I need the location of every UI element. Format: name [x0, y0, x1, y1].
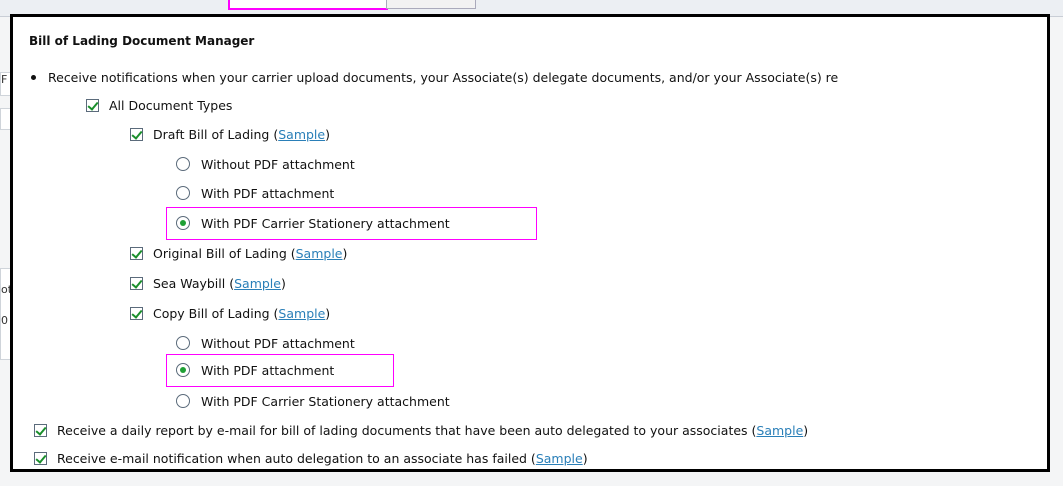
copy-radio-label: Without PDF attachment [201, 335, 355, 351]
draft-bol-option[interactable]: Draft Bill of Lading (Sample) [130, 124, 330, 144]
sea-waybill-sample-link[interactable]: Sample [234, 276, 281, 291]
failed-delegation-sample-link[interactable]: Sample [536, 451, 583, 466]
background-strip-text: F [1, 73, 8, 86]
draft-bol-checkbox[interactable] [130, 127, 143, 141]
background-highlighted-tab [228, 0, 388, 10]
all-document-types-option[interactable]: All Document Types [86, 95, 232, 115]
copy-radio-with-pdf[interactable]: With PDF attachment [176, 360, 334, 380]
copy-sample-link[interactable]: Sample [278, 306, 325, 321]
copy-radio-button-selected[interactable] [176, 363, 190, 377]
bol-document-manager-panel: Bill of Lading Document Manager Receive … [10, 14, 1050, 472]
original-sample-link[interactable]: Sample [296, 246, 343, 261]
draft-radio-without-pdf[interactable]: Without PDF attachment [176, 154, 355, 174]
original-bol-option[interactable]: Original Bill of Lading (Sample) [130, 243, 347, 263]
background-tab [386, 0, 476, 9]
copy-bol-option[interactable]: Copy Bill of Lading (Sample) [130, 303, 330, 323]
draft-radio-with-carrier-stationery[interactable]: With PDF Carrier Stationery attachment [176, 213, 450, 233]
daily-report-label: Receive a daily report by e-mail for bil… [57, 422, 748, 438]
copy-bol-label: Copy Bill of Lading [153, 305, 270, 321]
copy-bol-checkbox[interactable] [130, 306, 143, 320]
sea-waybill-checkbox[interactable] [130, 276, 143, 290]
draft-radio-label: With PDF attachment [201, 185, 335, 201]
original-bol-label: Original Bill of Lading [153, 245, 287, 261]
failed-delegation-option[interactable]: Receive e-mail notification when auto de… [34, 448, 588, 468]
draft-sample-link[interactable]: Sample [278, 127, 325, 142]
draft-radio-with-pdf[interactable]: With PDF attachment [176, 183, 334, 203]
draft-radio-button[interactable] [176, 186, 190, 200]
copy-radio-label: With PDF Carrier Stationery attachment [201, 393, 450, 409]
sea-waybill-option[interactable]: Sea Waybill (Sample) [130, 273, 286, 293]
draft-radio-button-selected[interactable] [176, 216, 190, 230]
all-document-types-checkbox[interactable] [86, 98, 99, 112]
copy-radio-without-pdf[interactable]: Without PDF attachment [176, 333, 355, 353]
intro-line: Receive notifications when your carrier … [31, 67, 838, 87]
copy-radio-button[interactable] [176, 336, 190, 350]
original-bol-checkbox[interactable] [130, 246, 143, 260]
failed-delegation-checkbox[interactable] [34, 451, 47, 465]
draft-bol-label: Draft Bill of Lading [153, 126, 270, 142]
sea-waybill-label: Sea Waybill [153, 275, 226, 291]
draft-radio-label: Without PDF attachment [201, 156, 355, 172]
copy-radio-label: With PDF attachment [201, 362, 335, 378]
bullet-icon [31, 74, 36, 80]
copy-radio-with-carrier-stationery[interactable]: With PDF Carrier Stationery attachment [176, 391, 450, 411]
section-title: Bill of Lading Document Manager [29, 34, 255, 48]
daily-report-option[interactable]: Receive a daily report by e-mail for bil… [34, 420, 808, 440]
draft-radio-label: With PDF Carrier Stationery attachment [201, 215, 450, 231]
intro-text: Receive notifications when your carrier … [48, 69, 839, 85]
draft-radio-button[interactable] [176, 157, 190, 171]
daily-report-sample-link[interactable]: Sample [756, 423, 803, 438]
copy-radio-button[interactable] [176, 394, 190, 408]
failed-delegation-label: Receive e-mail notification when auto de… [57, 450, 527, 466]
daily-report-checkbox[interactable] [34, 423, 47, 437]
all-document-types-label: All Document Types [109, 97, 233, 113]
